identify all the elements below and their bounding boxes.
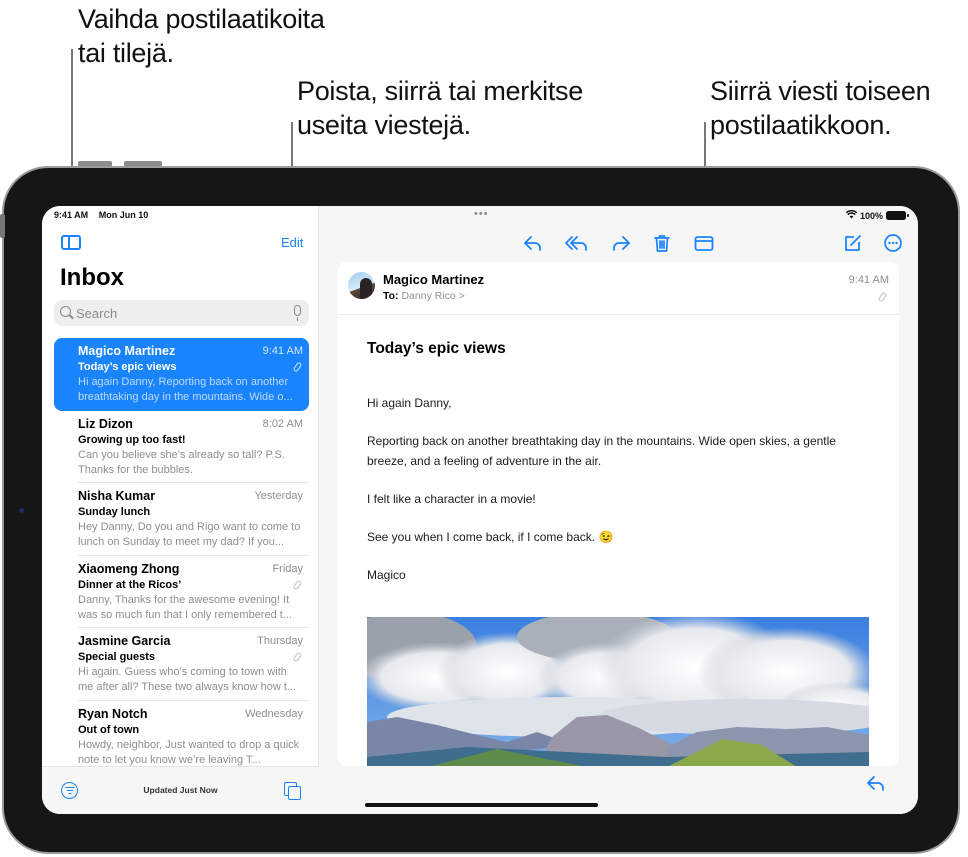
message-list-item[interactable]: Ryan Notch Wednesday Out of town Howdy, … xyxy=(54,701,309,774)
body-paragraph: Hi again Danny, xyxy=(367,396,452,410)
camera-icon xyxy=(19,508,24,513)
top-button xyxy=(0,214,5,238)
multitasking-dots-icon[interactable]: ••• xyxy=(474,208,489,220)
message-preview: Howdy, neighbor, Just wanted to drop a q… xyxy=(78,738,300,766)
message-list-item[interactable]: Jasmine Garcia Thursday Special guests H… xyxy=(54,628,309,701)
message-list-item[interactable]: Magico Martinez 9:41 AM Today’s epic vie… xyxy=(54,338,309,411)
callout-line: Vaihda postilaatikoita xyxy=(78,4,325,34)
compose-icon[interactable] xyxy=(842,232,864,254)
callout-edit-messages: Poista, siirrä tai merkitse useita viest… xyxy=(297,74,583,142)
message-subject: Growing up too fast! xyxy=(78,433,186,446)
message-view: Magico Martinez To: Danny Rico > 9:41 AM… xyxy=(338,262,899,766)
microphone-icon[interactable] xyxy=(294,305,301,321)
reply-icon[interactable] xyxy=(865,772,887,794)
battery-percentage: 100% xyxy=(859,210,883,221)
page-title: Inbox xyxy=(60,264,124,291)
message-subject: Out of town xyxy=(78,723,140,736)
recipient-name[interactable]: Danny Rico > xyxy=(401,290,464,302)
body-paragraph: Reporting back on another breathtaking d… xyxy=(367,434,836,468)
message-list-item[interactable]: Nisha Kumar Yesterday Sunday lunch Hey D… xyxy=(54,483,309,556)
callout-move-message: Siirrä viesti toiseen postilaatikkoon. xyxy=(710,74,931,142)
status-bar-left: 9:41 AM Mon Jun 10 xyxy=(54,210,156,220)
callout-line: Poista, siirrä tai merkitse xyxy=(297,76,583,106)
move-to-folder-icon[interactable] xyxy=(693,232,715,254)
mailboxes-icon[interactable] xyxy=(284,782,301,800)
more-icon[interactable] xyxy=(882,232,904,254)
message-preview: Hi again Danny, Reporting back on anothe… xyxy=(78,376,293,403)
callout-line: Siirrä viesti toiseen xyxy=(710,76,931,106)
message-header: Magico Martinez To: Danny Rico > 9:41 AM xyxy=(338,262,899,315)
message-subject: Sunday lunch xyxy=(78,506,151,518)
body-paragraph: Magico xyxy=(367,568,406,582)
message-time: Thursday xyxy=(257,635,303,647)
message-list: Magico Martinez 9:41 AM Today’s epic vie… xyxy=(54,338,309,773)
message-time: Wednesday xyxy=(245,707,303,720)
reply-all-icon[interactable] xyxy=(564,232,590,254)
mailbox-sidebar: 9:41 AM Mon Jun 10 Edit Inbox Magico Mar… xyxy=(42,206,319,814)
message-subject: Today’s epic views xyxy=(367,340,506,357)
attached-photo[interactable] xyxy=(367,617,869,766)
reply-icon[interactable] xyxy=(522,232,544,254)
message-list-item[interactable]: Xiaomeng Zhong Friday Dinner at the Rico… xyxy=(54,556,309,628)
paperclip-icon xyxy=(877,291,888,303)
message-time: Friday xyxy=(272,562,303,575)
search-field[interactable] xyxy=(54,300,309,326)
sender-name[interactable]: Magico Martinez xyxy=(383,272,484,287)
mail-app-screen: 9:41 AM Mon Jun 10 Edit Inbox Magico Mar… xyxy=(42,206,918,814)
message-subject: Today’s epic views xyxy=(78,361,177,373)
sidebar-toggle-icon[interactable] xyxy=(61,235,81,250)
update-status: Updated Just Now xyxy=(143,785,218,795)
sidebar-footer: Updated Just Now xyxy=(42,766,319,814)
trash-icon[interactable] xyxy=(651,232,673,254)
search-icon xyxy=(60,306,71,317)
message-detail-pane: ••• 100% Magico Martinez To: Danny Rico … xyxy=(319,206,918,814)
message-time: 8:02 AM xyxy=(262,417,303,430)
avatar[interactable] xyxy=(348,272,375,299)
body-paragraph: See you when I come back, if I come back… xyxy=(367,530,614,544)
recipient-line: To: Danny Rico > xyxy=(383,290,465,302)
callout-switch-mailboxes: Vaihda postilaatikoita tai tilejä. xyxy=(78,2,325,70)
callout-line: useita viestejä. xyxy=(297,110,471,140)
edit-button[interactable]: Edit xyxy=(281,235,303,250)
message-preview: Can you believe she’s already so tall? P… xyxy=(78,448,285,476)
message-body: Hi again Danny, Reporting back on anothe… xyxy=(367,393,872,603)
message-preview: Danny, Thanks for the awesome evening! I… xyxy=(78,593,292,621)
message-time: 9:41 AM xyxy=(848,274,889,286)
callout-line: tai tilejä. xyxy=(78,38,174,68)
status-time: 9:41 AM xyxy=(54,210,89,220)
status-bar-right: 100% xyxy=(845,209,909,221)
body-paragraph: I felt like a character in a movie! xyxy=(367,492,536,506)
message-preview: Hey Danny, Do you and Rigo want to come … xyxy=(78,521,301,548)
battery-icon xyxy=(886,211,909,220)
message-list-item[interactable]: Liz Dizon 8:02 AM Growing up too fast! C… xyxy=(54,411,309,483)
to-label: To: xyxy=(383,290,399,302)
search-input[interactable] xyxy=(76,303,276,323)
message-time: Yesterday xyxy=(254,490,303,502)
message-subject: Special guests xyxy=(78,651,156,663)
message-subject: Dinner at the Ricos’ xyxy=(78,578,182,591)
status-date: Mon Jun 10 xyxy=(98,210,149,220)
message-preview: Hi again. Guess who’s coming to town wit… xyxy=(78,666,297,693)
message-time: 9:41 AM xyxy=(262,345,303,357)
wifi-icon xyxy=(845,209,858,221)
callout-line: postilaatikkoon. xyxy=(710,110,892,140)
home-indicator[interactable] xyxy=(365,803,598,807)
forward-icon[interactable] xyxy=(610,232,632,254)
